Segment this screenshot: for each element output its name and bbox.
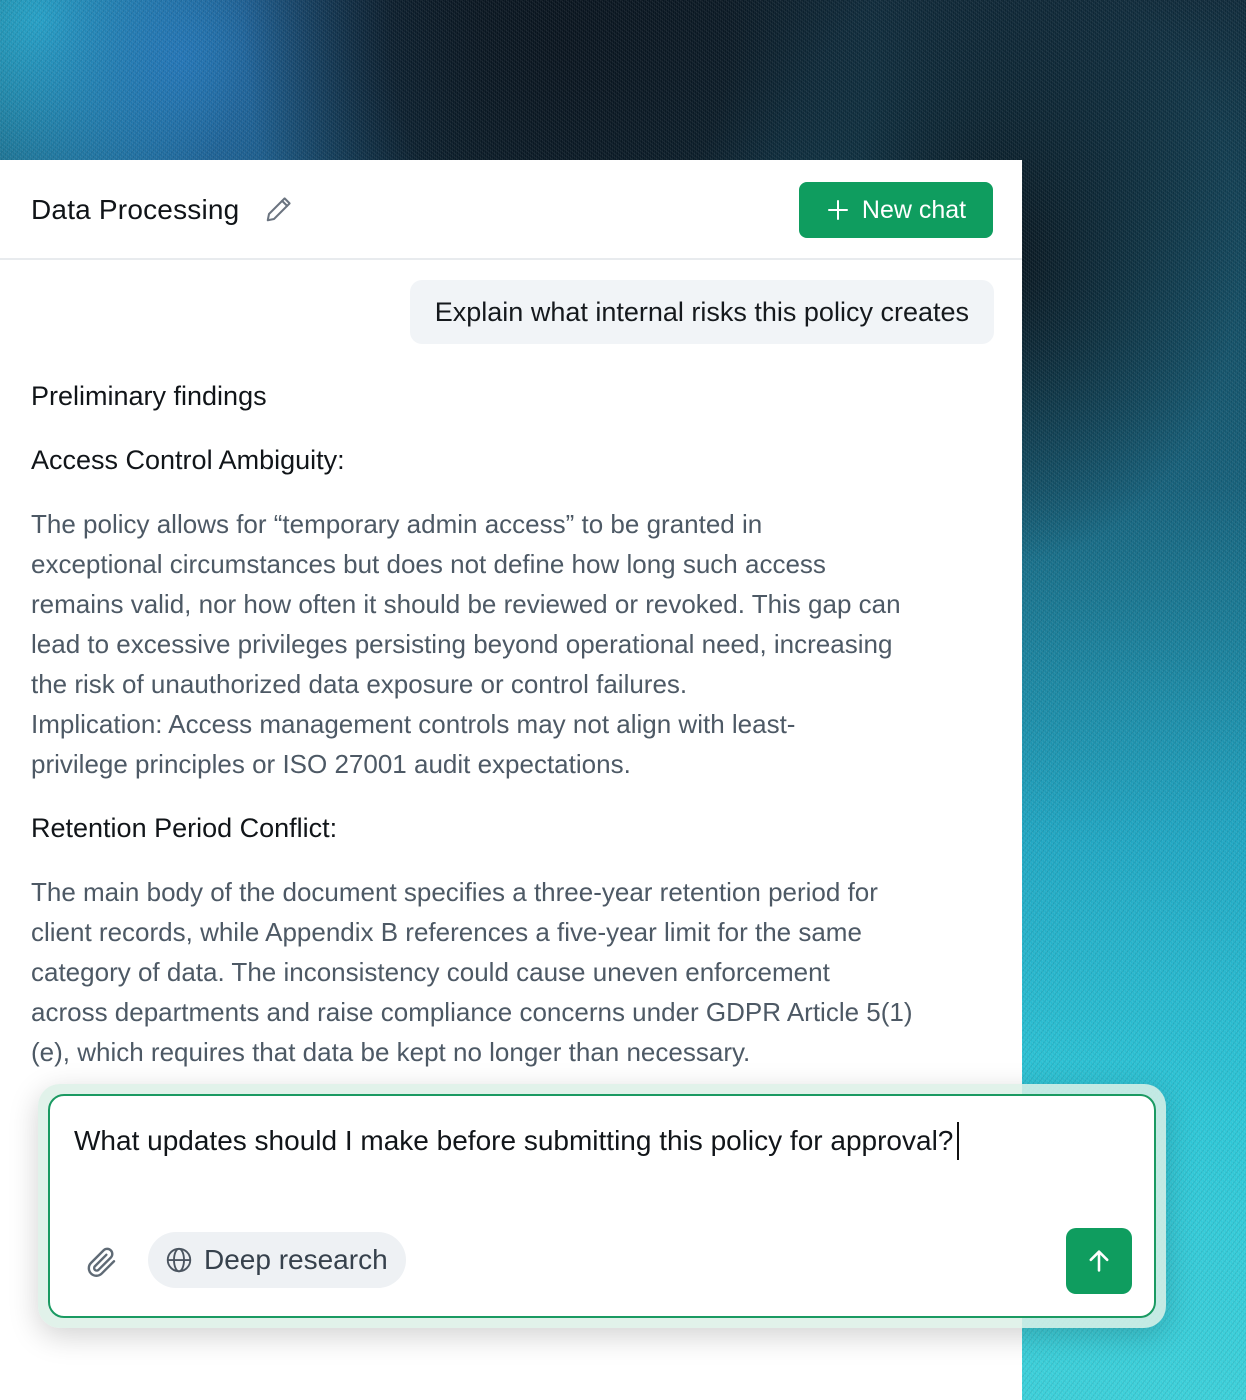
arrow-up-icon bbox=[1089, 1250, 1109, 1272]
section-title: Access Control Ambiguity: bbox=[31, 445, 345, 475]
text-caret bbox=[957, 1122, 960, 1160]
body-line: lead to excessive privileges persisting … bbox=[31, 629, 893, 659]
composer-text: What updates should I make before submit… bbox=[74, 1125, 954, 1156]
send-button[interactable] bbox=[1066, 1228, 1132, 1294]
composer-input[interactable]: What updates should I make before submit… bbox=[74, 1122, 960, 1160]
chat-title: Data Processing bbox=[31, 194, 240, 225]
body-line: category of data. The inconsistency coul… bbox=[31, 957, 830, 987]
body-line: across departments and raise compliance … bbox=[31, 997, 913, 1027]
section-body: The policy allows for “temporary admin a… bbox=[31, 504, 1001, 784]
body-line: the risk of unauthorized data exposure o… bbox=[31, 669, 688, 699]
pencil-icon[interactable] bbox=[264, 194, 294, 224]
paperclip-icon[interactable] bbox=[84, 1244, 120, 1280]
section-body: The main body of the document specifies … bbox=[31, 872, 1001, 1072]
body-line: The main body of the document specifies … bbox=[31, 877, 878, 907]
message-composer[interactable]: What updates should I make before submit… bbox=[48, 1094, 1156, 1318]
globe-icon bbox=[166, 1247, 192, 1273]
new-chat-label: New chat bbox=[861, 195, 967, 224]
body-line: The policy allows for “temporary admin a… bbox=[31, 509, 763, 539]
user-message-text: Explain what internal risks this policy … bbox=[434, 296, 969, 327]
response-heading: Preliminary findings bbox=[31, 381, 267, 411]
new-chat-button[interactable]: New chat bbox=[799, 182, 993, 238]
assistant-response: Preliminary findings Access Control Ambi… bbox=[31, 376, 1001, 1096]
body-line: client records, while Appendix B referen… bbox=[31, 917, 862, 947]
chat-header: Data Processing New chat bbox=[0, 160, 1022, 260]
body-line: Implication: Access management controls … bbox=[31, 709, 796, 739]
deep-research-label: Deep research bbox=[204, 1244, 388, 1275]
deep-research-button[interactable]: Deep research bbox=[148, 1232, 406, 1288]
body-line: (e), which requires that data be kept no… bbox=[31, 1037, 751, 1067]
body-line: exceptional circumstances but does not d… bbox=[31, 549, 826, 579]
plus-icon bbox=[827, 200, 848, 220]
body-line: remains valid, nor how often it should b… bbox=[31, 589, 901, 619]
body-line: privilege principles or ISO 27001 audit … bbox=[31, 749, 631, 779]
section-title: Retention Period Conflict: bbox=[31, 813, 338, 843]
user-message: Explain what internal risks this policy … bbox=[409, 280, 994, 344]
